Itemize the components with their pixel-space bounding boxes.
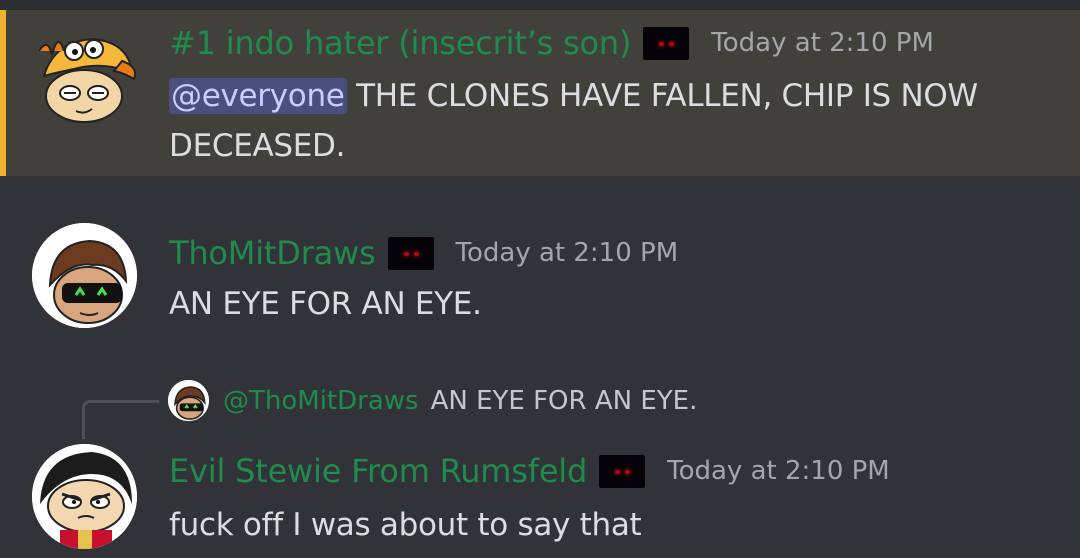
timestamp: Today at 2:10 PM <box>711 28 934 58</box>
server-tag-badge[interactable] <box>599 454 646 488</box>
evil-stewie-icon <box>32 444 137 549</box>
timestamp: Today at 2:10 PM <box>667 456 890 486</box>
avatar-evil-stewie[interactable] <box>32 444 137 549</box>
message-header: #1 indo hater (insecrit’s son) Today at … <box>169 24 934 62</box>
red-eye-icon <box>659 41 665 46</box>
avatar-thomitdraws[interactable] <box>32 223 137 328</box>
red-eye-icon <box>625 469 631 474</box>
reply-avatar[interactable] <box>168 380 209 421</box>
message: Evil Stewie From Rumsfeld Today at 2:10 … <box>0 430 1080 558</box>
username[interactable]: Evil Stewie From Rumsfeld <box>169 452 587 490</box>
message-text-line: DECEASED. <box>169 128 346 164</box>
red-eye-icon <box>403 251 409 256</box>
message-mention-highlight: #1 indo hater (insecrit’s son) Today at … <box>0 10 1080 176</box>
glasses-character-icon <box>168 380 209 421</box>
message-content: AN EYE FOR AN EYE. <box>169 279 482 329</box>
server-tag-badge[interactable] <box>643 26 690 60</box>
red-eye-icon <box>669 41 675 46</box>
message-header: ThoMitDraws Today at 2:10 PM <box>169 234 678 272</box>
avatar-indo-hater[interactable] <box>34 21 139 126</box>
stewie-duck-hat-icon <box>38 37 137 123</box>
server-tag-badge[interactable] <box>387 236 434 270</box>
top-divider <box>0 0 1080 10</box>
message: ThoMitDraws Today at 2:10 PM AN EYE FOR … <box>0 176 1080 366</box>
message-text-line: THE CLONES HAVE FALLEN, CHIP IS NOW <box>356 78 978 114</box>
glasses-character-icon <box>32 223 137 328</box>
reply-text[interactable]: AN EYE FOR AN EYE. <box>431 386 698 416</box>
message-header: Evil Stewie From Rumsfeld Today at 2:10 … <box>169 452 890 490</box>
message-content: @everyone THE CLONES HAVE FALLEN, CHIP I… <box>169 71 978 171</box>
message-text-line: fuck off I was about to say that <box>169 507 642 543</box>
everyone-mention[interactable]: @everyone <box>169 78 347 114</box>
red-eye-icon <box>413 251 419 256</box>
username[interactable]: ThoMitDraws <box>169 234 376 272</box>
message-text-line: AN EYE FOR AN EYE. <box>169 286 482 322</box>
reply-username[interactable]: @ThoMitDraws <box>223 386 419 416</box>
red-eye-icon <box>615 469 621 474</box>
reply-reference[interactable]: @ThoMitDraws AN EYE FOR AN EYE. <box>168 380 697 421</box>
username[interactable]: #1 indo hater (insecrit’s son) <box>169 24 631 62</box>
timestamp: Today at 2:10 PM <box>455 238 679 268</box>
message-content: fuck off I was about to say that <box>169 500 642 550</box>
